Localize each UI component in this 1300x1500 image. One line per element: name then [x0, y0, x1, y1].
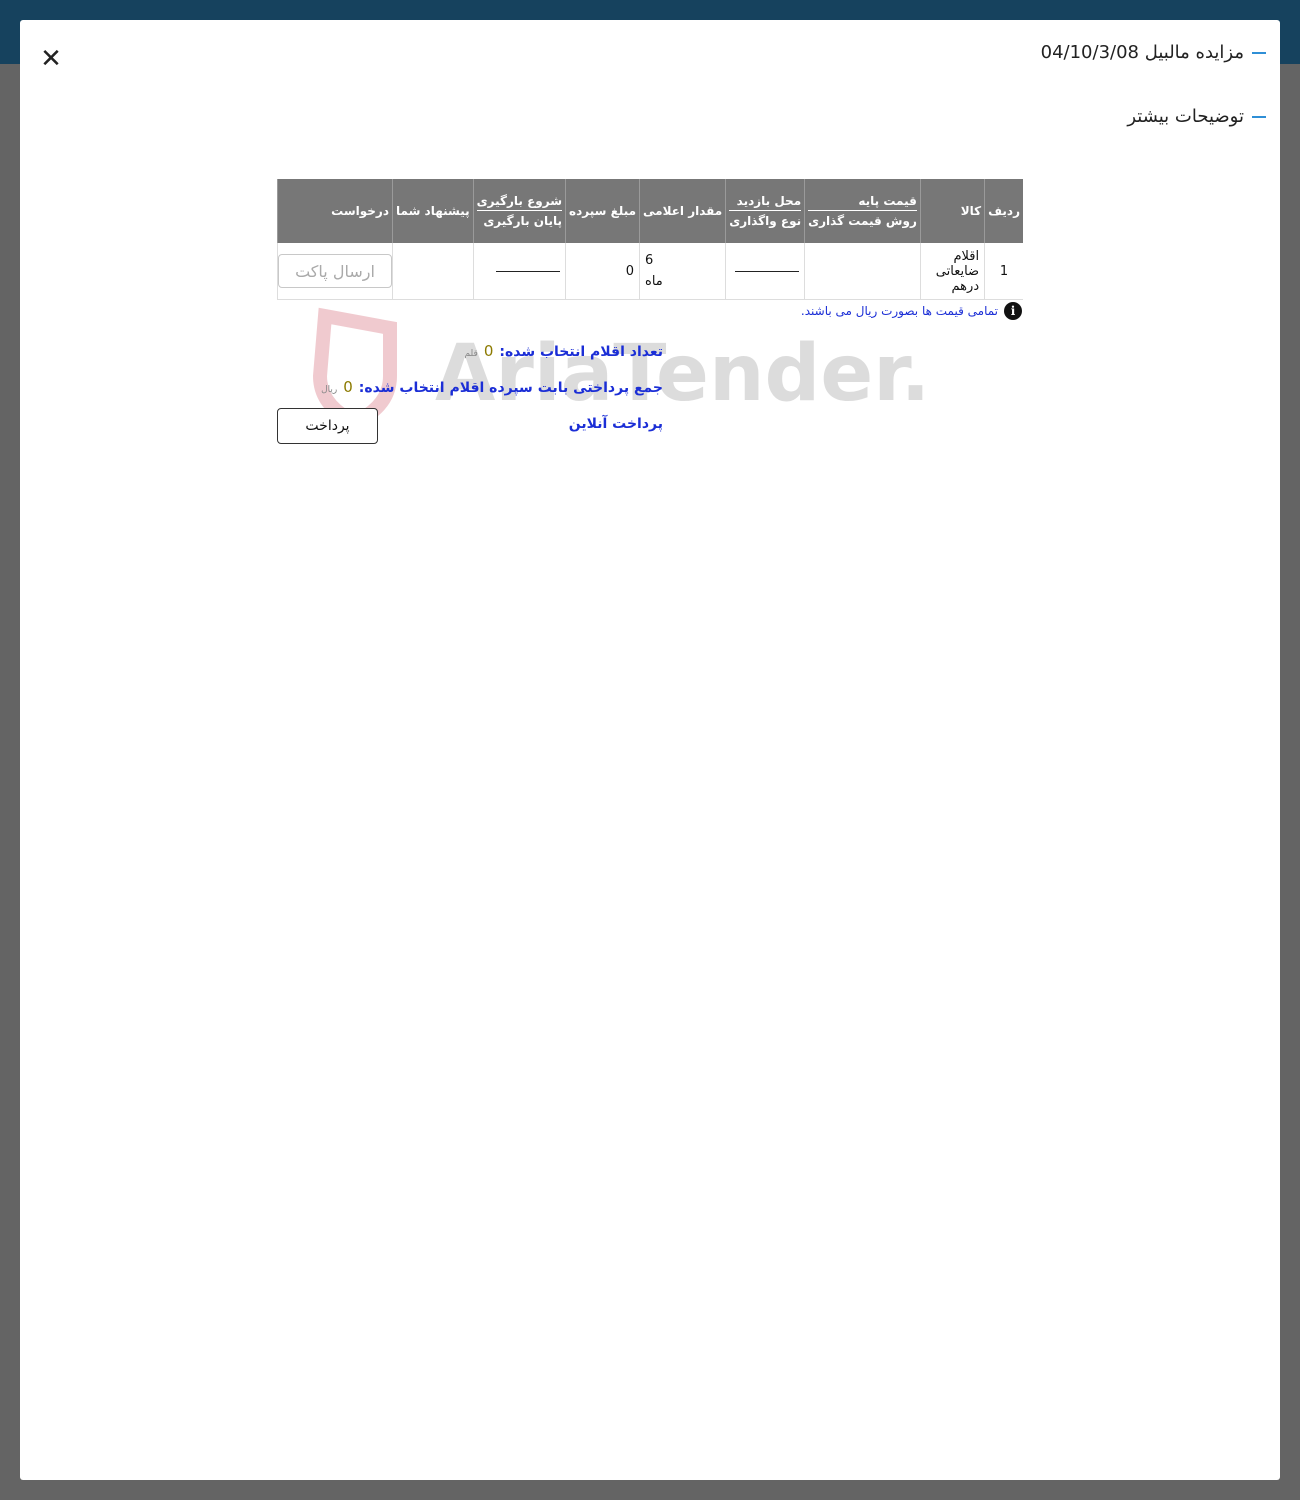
header-loading-start-label: شروع بارگیری — [476, 194, 563, 211]
selected-count-unit: قلم — [464, 349, 478, 359]
selected-count-label: تعداد اقلام انتخاب شده: — [499, 344, 663, 360]
empty-value-line — [735, 270, 800, 272]
modal-title: مزایده مالبیل 04/10/3/08 — [1040, 42, 1244, 63]
currency-note-text: تمامی قیمت ها بصورت ریال می باشند. — [800, 304, 998, 318]
send-envelope-button[interactable]: ارسال پاکت — [278, 254, 392, 288]
total-payment-row: جمع پرداختی بابت سپرده اقلام انتخاب شده:… — [321, 378, 663, 396]
table-row: 1 اقلام ضایعاتی درهم 6 ماه 0 ارسال پاکت — [277, 243, 1023, 300]
auction-items-table: ردیف کالا قیمت پایه روش قیمت گذاری محل ب… — [277, 179, 1023, 300]
header-visit-place: محل بازدید نوع واگذاری — [725, 179, 805, 243]
more-details-title: توضیحات بیشتر — [1127, 106, 1244, 127]
header-request: درخواست — [277, 179, 393, 243]
header-base-price: قیمت پایه روش قیمت گذاری — [804, 179, 921, 243]
cell-loading — [472, 243, 566, 300]
watermark-logo: AriaTender.neT — [312, 307, 925, 426]
auction-details-modal: ✕ مزایده مالبیل 04/10/3/08 توضیحات بیشتر… — [20, 20, 1280, 1480]
cell-deposit-amount: 0 — [565, 243, 640, 300]
declared-amount-unit: ماه — [645, 274, 663, 289]
header-your-offer: پیشنهاد شما — [392, 179, 474, 243]
pay-button[interactable]: پرداخت — [277, 408, 378, 444]
more-details-section[interactable]: توضیحات بیشتر — [1127, 106, 1266, 127]
close-icon[interactable]: ✕ — [38, 46, 64, 72]
cell-visit-place — [725, 243, 805, 300]
cell-base-price — [804, 243, 921, 300]
header-deposit-amount: مبلغ سپرده — [565, 179, 640, 243]
selected-count-value: 0 — [483, 342, 494, 360]
cell-your-offer — [392, 243, 474, 300]
header-visit-place-label: محل بازدید — [729, 194, 802, 211]
total-payment-value: 0 — [343, 378, 353, 396]
watermark-shield-icon — [312, 307, 397, 426]
header-base-price-label: قیمت پایه — [808, 194, 917, 211]
total-payment-unit: ریال — [321, 385, 338, 395]
cell-item: اقلام ضایعاتی درهم — [919, 243, 985, 300]
cell-request: ارسال پاکت — [277, 243, 393, 300]
declared-amount-value: 6 — [645, 253, 654, 268]
table-header-row: ردیف کالا قیمت پایه روش قیمت گذاری محل ب… — [277, 179, 1023, 243]
online-payment-link[interactable]: پرداخت آنلاین — [569, 416, 663, 432]
modal-title-row: مزایده مالبیل 04/10/3/08 — [1041, 42, 1266, 63]
info-icon: i — [1004, 302, 1022, 320]
currency-note: i تمامی قیمت ها بصورت ریال می باشند. — [760, 302, 1022, 320]
section-dash-icon — [1252, 115, 1266, 118]
header-assignment-type-label: نوع واگذاری — [729, 214, 802, 228]
header-pricing-method-label: روش قیمت گذاری — [808, 214, 917, 228]
total-payment-label: جمع پرداختی بابت سپرده اقلام انتخاب شده: — [358, 380, 663, 396]
cell-row-num: 1 — [984, 243, 1023, 300]
header-declared-amount: مقدار اعلامی — [639, 179, 726, 243]
title-dash-icon — [1252, 51, 1266, 54]
cell-declared-amount: 6 ماه — [639, 243, 726, 300]
selected-count-row: تعداد اقلام انتخاب شده: 0 قلم — [465, 342, 663, 360]
header-loading: شروع بارگیری پایان بارگیری — [472, 179, 566, 243]
header-loading-end-label: پایان بارگیری — [483, 214, 563, 228]
header-row-num: ردیف — [984, 179, 1023, 243]
header-item: کالا — [919, 179, 985, 243]
empty-value-line — [496, 270, 561, 272]
